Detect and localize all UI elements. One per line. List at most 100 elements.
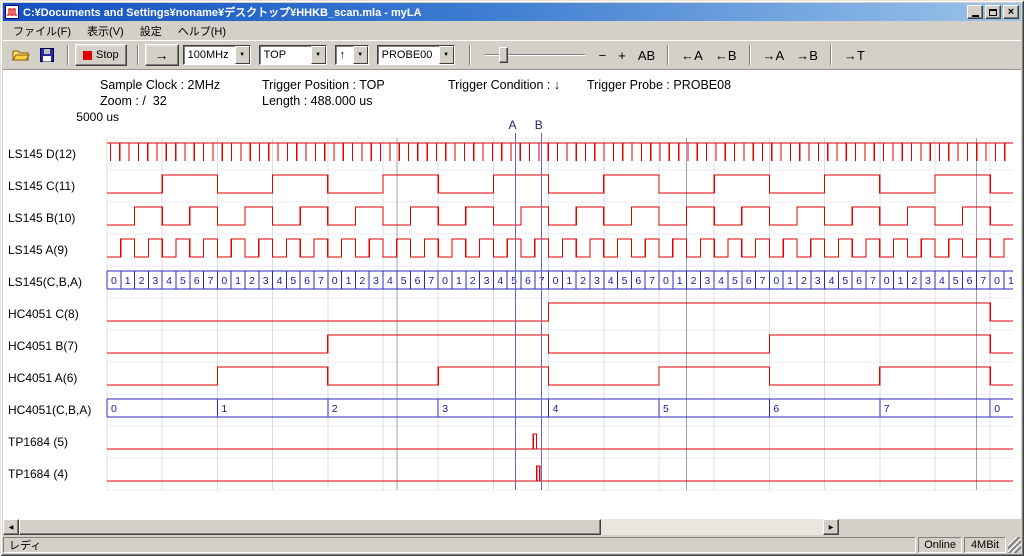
dropdown-arrow-icon[interactable]: ▼ bbox=[235, 46, 250, 64]
bus-value: 4 bbox=[829, 275, 835, 287]
bus-value: 0 bbox=[111, 403, 117, 415]
jump-next-a-button[interactable]: →A bbox=[757, 46, 791, 65]
open-file-button[interactable] bbox=[9, 44, 33, 66]
bus-value: 0 bbox=[442, 275, 448, 287]
close-icon: × bbox=[1008, 7, 1014, 18]
waveform-pulse bbox=[533, 434, 536, 449]
bus-value: 1 bbox=[787, 275, 793, 287]
app-window: C:¥Documents and Settings¥noname¥デスクトップ¥… bbox=[0, 0, 1024, 556]
title-bar[interactable]: C:¥Documents and Settings¥noname¥デスクトップ¥… bbox=[3, 3, 1021, 21]
trigger-edge-select[interactable]: ↑ ▼ bbox=[335, 45, 369, 65]
toolbar-separator bbox=[830, 45, 832, 65]
bus-value: 4 bbox=[277, 275, 283, 287]
bus-value: 1 bbox=[1008, 275, 1014, 287]
bus-value: 2 bbox=[332, 403, 338, 415]
channel-label: HC4051 A(6) bbox=[8, 371, 77, 385]
menu-file[interactable]: ファイル(F) bbox=[5, 21, 79, 41]
menu-settings[interactable]: 設定 bbox=[132, 21, 170, 41]
bus-value: 7 bbox=[318, 275, 324, 287]
horizontal-scrollbar[interactable]: ◀ ▶ bbox=[3, 519, 839, 535]
bus-value: 1 bbox=[346, 275, 352, 287]
bus-value: 3 bbox=[152, 275, 158, 287]
bus-value: 5 bbox=[842, 275, 848, 287]
bus-value: 1 bbox=[235, 275, 241, 287]
bus-value: 0 bbox=[663, 275, 669, 287]
minimize-button[interactable] bbox=[967, 5, 983, 19]
bus-value: 1 bbox=[898, 275, 904, 287]
bus-value: 7 bbox=[870, 275, 876, 287]
zoom-out-button[interactable]: − bbox=[593, 46, 613, 65]
stop-icon bbox=[83, 51, 92, 60]
stop-button[interactable]: Stop bbox=[75, 44, 127, 66]
scroll-right-button[interactable]: ▶ bbox=[823, 519, 839, 535]
bus-value: 0 bbox=[994, 275, 1000, 287]
resize-grip[interactable] bbox=[1008, 537, 1021, 553]
bus-value: 5 bbox=[401, 275, 407, 287]
sample-rate-value: 100MHz bbox=[184, 49, 235, 61]
cursor-ab-button[interactable]: AB bbox=[632, 46, 661, 65]
channel-label: HC4051 B(7) bbox=[8, 339, 78, 353]
status-online: Online bbox=[918, 537, 962, 553]
bus-value: 1 bbox=[125, 275, 131, 287]
dropdown-arrow-icon[interactable]: ▼ bbox=[353, 46, 368, 64]
scroll-thumb[interactable] bbox=[19, 519, 601, 535]
jump-trigger-button[interactable]: →T bbox=[838, 46, 871, 65]
status-ready: レディ bbox=[3, 537, 916, 553]
channel-label: LS145 A(9) bbox=[8, 243, 68, 257]
app-icon[interactable] bbox=[5, 5, 19, 19]
bus-value: 6 bbox=[415, 275, 421, 287]
close-button[interactable]: × bbox=[1003, 5, 1019, 19]
zoom-slider-thumb[interactable] bbox=[499, 47, 508, 63]
trigger-edge-value: ↑ bbox=[336, 49, 353, 61]
channel-label: TP1684 (4) bbox=[8, 467, 68, 481]
scroll-left-button[interactable]: ◀ bbox=[3, 519, 19, 535]
trigger-probe-select[interactable]: PROBE00 ▼ bbox=[377, 45, 455, 65]
channel-label: LS145(C,B,A) bbox=[8, 275, 82, 289]
channel-row: HC4051(C,B,A)012345670 bbox=[8, 399, 1013, 417]
dropdown-arrow-icon[interactable]: ▼ bbox=[439, 46, 454, 64]
menu-help[interactable]: ヘルプ(H) bbox=[170, 21, 234, 41]
client-area: Sample Clock : 2MHz Trigger Position : T… bbox=[3, 69, 1021, 519]
trigger-position-value: TOP bbox=[260, 49, 311, 61]
trigger-condition-text: Trigger Condition : ↓ bbox=[448, 78, 560, 92]
jump-prev-b-button[interactable]: ←B bbox=[709, 46, 743, 65]
maximize-button[interactable] bbox=[985, 5, 1001, 19]
bus-value: 6 bbox=[746, 275, 752, 287]
bus-value: 6 bbox=[525, 275, 531, 287]
window-title: C:¥Documents and Settings¥noname¥デスクトップ¥… bbox=[23, 4, 965, 20]
bus-value: 2 bbox=[139, 275, 145, 287]
dropdown-arrow-icon[interactable]: ▼ bbox=[311, 46, 326, 64]
zoom-slider[interactable] bbox=[485, 45, 585, 65]
jump-prev-a-button[interactable]: ←A bbox=[675, 46, 709, 65]
bus-value: 3 bbox=[484, 275, 490, 287]
menu-view[interactable]: 表示(V) bbox=[79, 21, 132, 41]
trigger-position-text: Trigger Position : TOP bbox=[262, 78, 385, 92]
bus-value: 0 bbox=[111, 275, 117, 287]
zoom-in-button[interactable]: + bbox=[612, 46, 632, 65]
jump-next-b-button[interactable]: →B bbox=[790, 46, 824, 65]
toolbar-separator bbox=[137, 45, 139, 65]
bus-value: 6 bbox=[967, 275, 973, 287]
bus-value: 7 bbox=[208, 275, 214, 287]
waveform-clock bbox=[107, 175, 1013, 193]
trigger-position-select[interactable]: TOP ▼ bbox=[259, 45, 327, 65]
toolbar-separator bbox=[469, 45, 471, 65]
toolbar: Stop → 100MHz ▼ TOP ▼ ↑ ▼ PROBE00 ▼ −+AB… bbox=[3, 40, 1021, 69]
run-button[interactable]: → bbox=[145, 44, 179, 66]
bus-value: 7 bbox=[760, 275, 766, 287]
bus-value: 2 bbox=[801, 275, 807, 287]
bus-value: 3 bbox=[263, 275, 269, 287]
save-button[interactable] bbox=[35, 44, 59, 66]
waveform-svg[interactable]: LS145 D(12)LS145 C(11)LS145 B(10)LS145 A… bbox=[3, 118, 1019, 496]
bus-value: 5 bbox=[180, 275, 186, 287]
status-memory: 4MBit bbox=[964, 537, 1006, 553]
toolbar-nav-buttons: −+AB ←A←B →A→B →T bbox=[593, 45, 871, 65]
scroll-left-icon: ◀ bbox=[9, 524, 14, 531]
toolbar-separator bbox=[67, 45, 69, 65]
bus-value: 1 bbox=[677, 275, 683, 287]
sample-rate-select[interactable]: 100MHz ▼ bbox=[183, 45, 251, 65]
bus-value: 3 bbox=[373, 275, 379, 287]
channel-row: TP1684 (5) bbox=[8, 434, 1013, 449]
bus-value: 5 bbox=[290, 275, 296, 287]
channel-row: TP1684 (4) bbox=[8, 466, 1013, 481]
